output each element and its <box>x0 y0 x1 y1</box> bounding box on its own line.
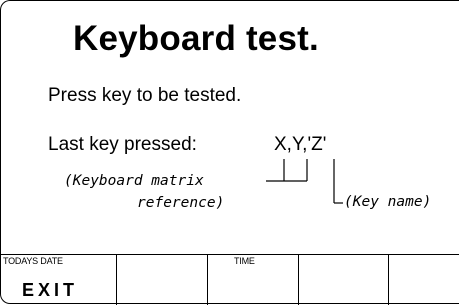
annotation-leader-lines <box>266 159 343 204</box>
softkey-4[interactable] <box>299 255 389 305</box>
key-name-annotation: (Key name) <box>344 194 432 210</box>
time-label: TIME <box>234 256 255 266</box>
matrix-annotation-line1: (Keyboard matrix <box>64 173 204 189</box>
todays-date-label: TODAYS DATE <box>3 256 63 266</box>
softkey-2[interactable] <box>117 255 208 305</box>
exit-button-label[interactable]: EXIT <box>22 280 78 301</box>
matrix-annotation-line2: reference) <box>137 195 225 211</box>
